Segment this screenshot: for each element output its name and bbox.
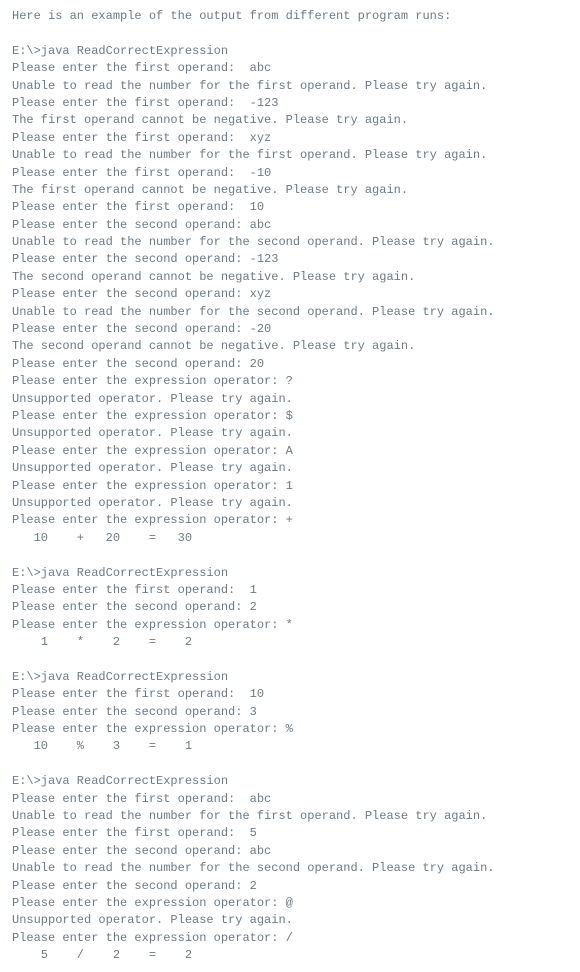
output-line: Please enter the expression operator: A [12,443,568,460]
output-line: Unsupported operator. Please try again. [12,912,568,929]
output-line: Please enter the expression operator: + [12,512,568,529]
output-line: Please enter the second operand: -20 [12,321,568,338]
output-line: Please enter the expression operator: % [12,721,568,738]
output-line: Unsupported operator. Please try again. [12,391,568,408]
output-line: Please enter the expression operator: @ [12,895,568,912]
output-line: Please enter the second operand: abc [12,843,568,860]
output-line: Unable to read the number for the second… [12,234,568,251]
output-line [12,756,568,773]
output-line: Unsupported operator. Please try again. [12,460,568,477]
output-line: Please enter the expression operator: * [12,617,568,634]
output-line: Please enter the second operand: xyz [12,286,568,303]
output-line: Please enter the first operand: xyz [12,130,568,147]
output-line: The second operand cannot be negative. P… [12,269,568,286]
output-line: Please enter the second operand: 20 [12,356,568,373]
output-line: 10 + 20 = 30 [12,530,568,547]
output-line: E:\>java ReadCorrectExpression [12,773,568,790]
output-line: Please enter the expression operator: ? [12,373,568,390]
console-output: Here is an example of the output from di… [12,8,568,964]
output-line: E:\>java ReadCorrectExpression [12,43,568,60]
output-line: Unsupported operator. Please try again. [12,425,568,442]
output-line: E:\>java ReadCorrectExpression [12,669,568,686]
output-line: Unable to read the number for the second… [12,860,568,877]
output-line: E:\>java ReadCorrectExpression [12,565,568,582]
output-line: Please enter the first operand: 5 [12,825,568,842]
output-line: 5 / 2 = 2 [12,947,568,964]
output-line: Unable to read the number for the first … [12,147,568,164]
output-line: Please enter the second operand: 2 [12,599,568,616]
output-line: Unable to read the number for the first … [12,78,568,95]
output-line: 10 % 3 = 1 [12,738,568,755]
output-line: Please enter the first operand: -10 [12,165,568,182]
output-line: Here is an example of the output from di… [12,8,568,25]
output-line: Please enter the expression operator: 1 [12,478,568,495]
output-line: Please enter the first operand: 10 [12,686,568,703]
output-line [12,25,568,42]
output-line [12,547,568,564]
output-line: Please enter the first operand: 10 [12,199,568,216]
output-line: Please enter the expression operator: $ [12,408,568,425]
output-line: Please enter the second operand: abc [12,217,568,234]
output-line: Please enter the first operand: abc [12,791,568,808]
output-line: Unable to read the number for the second… [12,304,568,321]
output-line: Unable to read the number for the first … [12,808,568,825]
output-line: 1 * 2 = 2 [12,634,568,651]
output-line: Please enter the second operand: 2 [12,878,568,895]
output-line: Please enter the expression operator: / [12,930,568,947]
output-line: Please enter the second operand: -123 [12,251,568,268]
output-line: Please enter the first operand: abc [12,60,568,77]
output-line: The first operand cannot be negative. Pl… [12,112,568,129]
output-line [12,651,568,668]
output-line: Please enter the first operand: 1 [12,582,568,599]
output-line: The second operand cannot be negative. P… [12,338,568,355]
output-line: Unsupported operator. Please try again. [12,495,568,512]
output-line: Please enter the first operand: -123 [12,95,568,112]
output-line: Please enter the second operand: 3 [12,704,568,721]
output-line: The first operand cannot be negative. Pl… [12,182,568,199]
